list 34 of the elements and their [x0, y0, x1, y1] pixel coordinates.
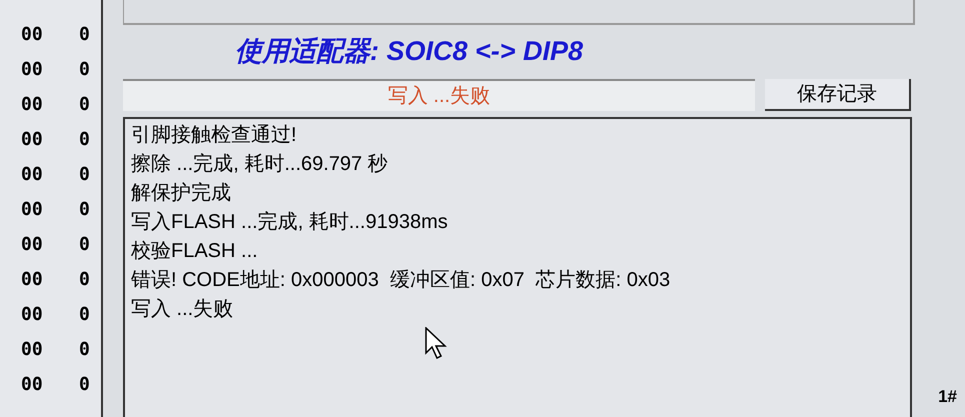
hex-value: 0 [79, 373, 90, 397]
hex-value: 00 [21, 198, 44, 222]
log-line: 写入 ...失败 [131, 297, 234, 322]
hex-value: 0 [79, 338, 90, 362]
cursor-icon [425, 327, 447, 359]
hex-value: 0 [79, 303, 90, 327]
hex-value: 0 [79, 233, 90, 257]
hex-value: 00 [21, 58, 44, 82]
adapter-title: 使用适配器: SOIC8 <-> DIP8 [235, 34, 584, 68]
hex-value: 00 [21, 268, 44, 292]
side-label: 1# [938, 386, 957, 408]
hex-value: 00 [21, 23, 44, 47]
hex-value: 0 [79, 23, 90, 47]
log-line: 校验FLASH ... [131, 239, 258, 264]
log-line: 写入FLASH ...完成, 耗时...91938ms [131, 210, 448, 235]
hex-value: 0 [79, 163, 90, 187]
hex-value: 0 [79, 268, 90, 292]
hex-value: 00 [21, 338, 44, 362]
hex-value: 00 [21, 373, 44, 397]
status-field: 写入 ...失败 [123, 79, 755, 111]
hex-value: 00 [21, 93, 44, 117]
log-line: 擦除 ...完成, 耗时...69.797 秒 [131, 152, 388, 177]
log-line: 解保护完成 [131, 181, 231, 206]
hex-value: 00 [21, 233, 44, 257]
hex-value: 0 [79, 58, 90, 82]
hex-value: 00 [21, 303, 44, 327]
hex-value: 0 [79, 198, 90, 222]
hex-value: 00 [21, 163, 44, 187]
hex-value: 0 [79, 93, 90, 117]
log-line: 错误! CODE地址: 0x000003 缓冲区值: 0x07 芯片数据: 0x03 [131, 268, 670, 293]
save-button[interactable]: 保存记录 [765, 79, 911, 111]
log-line: 引脚接触检查通过! [131, 123, 297, 148]
hex-value: 00 [21, 128, 44, 152]
hex-value: 0 [79, 128, 90, 152]
